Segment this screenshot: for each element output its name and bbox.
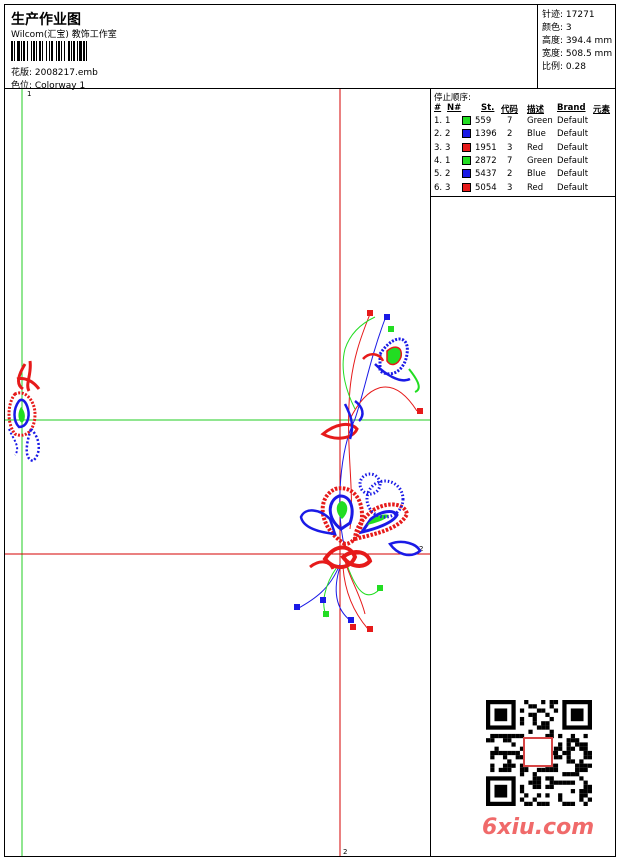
stat-stitches: 针迹: 17271 <box>542 10 595 20</box>
watermark-text: 6xiu.com <box>482 815 595 840</box>
stop-cell-num: 2. <box>434 129 443 140</box>
stop-cell-n: 2 <box>445 129 451 140</box>
stop-cell-code: 7 <box>507 155 513 166</box>
stat-colors: 颜色: 3 <box>542 23 572 33</box>
embroidery-design: 1 2 2 <box>5 89 430 856</box>
stop-cell-code: 2 <box>507 129 513 140</box>
col-header-element: 元素 <box>593 105 611 115</box>
stop-cell-num: 4. <box>434 155 443 166</box>
stop-cell-brand: Default <box>557 182 589 193</box>
col-header-desc: 描述 <box>527 105 545 115</box>
stat-scale: 比例: 0.28 <box>542 62 586 72</box>
color-swatch <box>462 169 471 179</box>
stats-panel: 针迹: 17271 颜色: 3 高度: 394.4 mm 宽度: 508.5 m… <box>537 4 616 89</box>
stop-cell-desc: Blue <box>527 169 546 180</box>
stop-cell-num: 6. <box>434 182 443 193</box>
stop-row: 6. 3 5054 3 Red Default <box>431 182 617 196</box>
stop-sequence-panel: 停止顺序: # N# St. 代码 描述 Brand 元素 1. 1 559 7 Gre… <box>430 89 616 197</box>
col-header-code: 代码 <box>501 105 519 115</box>
stop-cell-num: 1. <box>434 116 443 126</box>
color-swatch <box>462 116 471 125</box>
stop-cell-n: 3 <box>445 142 451 153</box>
stop-cell-desc: Red <box>527 142 544 153</box>
col-header-num: # <box>434 103 442 113</box>
stop-row: 2. 2 1396 2 Blue Default <box>431 129 617 142</box>
stop-cell-num: 5. <box>434 169 443 180</box>
marker-top-left: 1 <box>27 90 31 98</box>
subtitle: Wilcom(汇宝) 教饰工作室 <box>11 30 117 40</box>
stop-cell-desc: Green <box>527 155 553 166</box>
stop-cell-n: 3 <box>445 182 451 193</box>
stop-row: 3. 3 1951 3 Red Default <box>431 142 617 156</box>
stat-width: 宽度: 508.5 mm <box>542 49 613 59</box>
color-swatch <box>462 182 471 192</box>
file-name: 花版: 2008217.emb <box>11 68 98 78</box>
stop-sequence-title: 停止顺序: <box>434 93 471 103</box>
header: 生产作业图 Wilcom(汇宝) 教饰工作室 花版: 2008217.emb 色… <box>4 4 616 91</box>
color-swatch <box>462 129 471 139</box>
stop-cell-desc: Blue <box>527 129 546 140</box>
stop-cell-brand: Default <box>557 129 589 140</box>
stop-cell-code: 3 <box>507 182 513 193</box>
stop-cell-brand: Default <box>557 169 589 180</box>
color-swatch <box>462 155 471 165</box>
stop-row: 4. 1 2872 7 Green Default <box>431 155 617 169</box>
left-motif <box>7 360 41 463</box>
col-header-brand: Brand <box>557 103 586 113</box>
stop-cell-code: 7 <box>507 116 513 126</box>
barcode <box>11 41 87 61</box>
stop-cell-st: 5054 <box>475 182 497 193</box>
main-motif <box>294 310 423 632</box>
stop-cell-brand: Default <box>557 116 589 126</box>
stop-row: 5. 2 5437 2 Blue Default <box>431 169 617 182</box>
stop-cell-code: 2 <box>507 169 513 180</box>
stat-height: 高度: 394.4 mm <box>542 36 613 46</box>
color-swatch <box>462 142 471 152</box>
stop-cell-st: 1951 <box>475 142 497 153</box>
stop-cell-n: 1 <box>445 155 451 166</box>
stop-row: 1. 1 559 7 Green Default <box>431 116 617 129</box>
stop-cell-desc: Red <box>527 182 544 193</box>
seal-logo <box>523 737 553 767</box>
right-column-divider <box>430 197 431 857</box>
stop-cell-st: 5437 <box>475 169 497 180</box>
col-header-n: N# <box>447 103 462 113</box>
stop-cell-st: 559 <box>475 116 492 126</box>
stop-cell-brand: Default <box>557 142 589 153</box>
stop-cell-st: 2872 <box>475 155 497 166</box>
stop-cell-st: 1396 <box>475 129 497 140</box>
col-header-st: St. <box>481 103 495 113</box>
page-title: 生产作业图 <box>11 12 81 28</box>
qr-code <box>486 700 592 806</box>
stop-cell-brand: Default <box>557 155 589 166</box>
stop-cell-num: 3. <box>434 142 443 153</box>
stop-cell-n: 2 <box>445 169 451 180</box>
stop-cell-code: 3 <box>507 142 513 153</box>
marker-bottom: 2 <box>343 848 347 856</box>
stop-cell-desc: Green <box>527 116 553 126</box>
stop-cell-n: 1 <box>445 116 451 126</box>
